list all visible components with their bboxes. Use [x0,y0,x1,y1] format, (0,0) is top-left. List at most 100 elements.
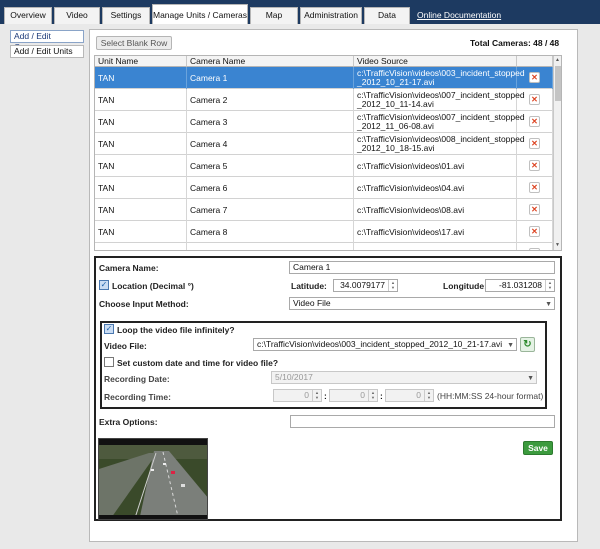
cell-camera-name: Camera 7 [187,199,354,221]
delete-x-icon[interactable]: ✕ [529,226,540,237]
hour-stepper-icon[interactable]: ▲ ▼ [312,390,321,401]
video-file-select[interactable]: c:\TrafficVision\videos\003_incident_sto… [253,338,517,351]
delete-x-icon[interactable]: ✕ [529,116,540,127]
tab-manage-units-cameras[interactable]: Manage Units / Cameras [152,4,248,24]
custom-date-label: Set custom date and time for video file? [117,358,279,368]
recording-second-value: 0 [416,390,421,400]
recording-minute-value: 0 [360,390,365,400]
input-method-label: Choose Input Method: [99,299,189,309]
video-file-label: Video File: [104,341,147,351]
latitude-label: Latitude: [291,281,327,291]
cell-video-source: c:\TrafficVision\videos\04.avi [354,177,517,199]
cell-actions: ✕ [517,155,553,177]
refresh-icon[interactable]: ↻ [520,337,535,352]
tab-video[interactable]: Video [54,7,100,24]
tab-overview[interactable]: Overview [4,7,52,24]
table-scrollbar[interactable]: ▲ ▼ [553,56,561,250]
location-checkbox[interactable]: ✓ [99,280,109,290]
minute-stepper-icon[interactable]: ▲ ▼ [368,390,377,401]
camera-name-label: Camera Name: [99,263,159,273]
top-tab-bar: Overview Video Settings Manage Units / C… [0,0,600,24]
delete-x-icon[interactable]: ✕ [529,72,540,83]
online-documentation-link[interactable]: Online Documentation [417,10,501,20]
cell-unit-name: TAN [95,221,187,243]
video-source-text: c:\TrafficVision\videos\007_incident_sto… [357,90,525,109]
table-row[interactable]: TAN Camera 5 c:\TrafficVision\videos\01.av… [95,155,553,177]
second-stepper-icon[interactable]: ▲ ▼ [424,390,433,401]
recording-minute-input[interactable]: 0 ▲ ▼ [329,389,378,402]
sidebar-item-add-edit-units[interactable]: Add / Edit Units [10,45,84,58]
table-row[interactable]: TAN Camera 8 c:\TrafficVision\videos\17.av… [95,221,553,243]
table-row[interactable]: TAN Camera 3 c:\TrafficVision\videos\007_i… [95,111,553,133]
save-button[interactable]: Save [523,441,553,455]
delete-x-icon[interactable]: ✕ [529,138,540,149]
loop-video-checkbox[interactable]: ✓ [104,324,114,334]
cell-video-source: c:\TrafficVision\videos\007_incident_sto… [354,111,525,133]
latitude-input[interactable]: 34.0079177 ▲ ▼ [333,279,398,292]
cell-video-source: c:\TrafficVision\videos\003_incident_sto… [354,67,525,89]
delete-x-icon[interactable]: ✕ [529,182,540,193]
delete-x-icon[interactable]: ✕ [529,204,540,215]
input-method-select[interactable]: Video File ▼ [289,297,555,310]
cell-actions: ✕ [517,111,553,133]
table-row[interactable]: TAN Camera 1 c:\TrafficVision\videos\003_i… [95,67,553,89]
scroll-down-arrow-icon[interactable]: ▼ [555,242,560,248]
cell-actions: ✕ [517,67,553,89]
column-header-unit-name[interactable]: Unit Name [95,56,187,67]
time-separator: : [380,391,383,401]
table-row[interactable]: TAN Camera 2 c:\TrafficVision\videos\007_i… [95,89,553,111]
sidebar-item-add-edit-cameras[interactable]: Add / Edit Cameras [10,30,84,52]
table-row[interactable]: TAN Camera 4 c:\TrafficVision\videos\008_i… [95,133,553,155]
cell-camera-name: Camera 4 [187,133,354,155]
cell-actions: ✕ [517,221,553,243]
table-row[interactable]: TAN Camera 6 c:\TrafficVision\videos\04.av… [95,177,553,199]
longitude-input[interactable]: -81.031208 ▲ ▼ [485,279,555,292]
recording-date-value: 5/10/2017 [275,372,313,382]
chevron-down-icon: ▼ [507,342,514,349]
tab-settings[interactable]: Settings [102,7,150,24]
video-source-text: c:\TrafficVision\videos\007_incident_sto… [357,112,525,131]
scroll-up-arrow-icon[interactable]: ▲ [555,57,560,63]
select-blank-row-button[interactable]: Select Blank Row [96,36,172,50]
recording-second-input[interactable]: 0 ▲ ▼ [385,389,434,402]
delete-x-icon[interactable]: ✕ [529,94,540,105]
recording-hour-value: 0 [304,390,309,400]
cell-camera-name: Camera 8 [187,221,354,243]
cell-video-source: c:\TrafficVision\videos\08.avi [354,199,517,221]
cell-unit-name: TAN [95,89,187,111]
video-file-value: c:\TrafficVision\videos\003_incident_sto… [257,339,503,349]
total-cameras-count: Total Cameras: 48 / 48 [470,38,560,48]
camera-preview-scene [99,439,207,519]
cell-unit-name: TAN [95,177,187,199]
cell-actions: ✕ [517,243,553,250]
table-row[interactable]: TANCamera 9c:\TrafficVision\videos\19.av… [95,243,553,250]
recording-hour-input[interactable]: 0 ▲ ▼ [273,389,322,402]
input-method-value: Video File [293,298,331,308]
camera-name-input[interactable]: Camera 1 [289,261,555,274]
chevron-down-icon: ▼ [545,301,552,308]
tab-administration[interactable]: Administration [300,7,362,24]
delete-x-icon[interactable]: ✕ [529,248,540,250]
column-header-actions [517,56,553,67]
tab-data[interactable]: Data [364,7,410,24]
cell-video-source: c:\TrafficVision\videos\008_incident_sto… [354,133,525,155]
table-row[interactable]: TAN Camera 7 c:\TrafficVision\videos\08.av… [95,199,553,221]
cell-unit-name: TAN [95,199,187,221]
longitude-value: -81.031208 [498,280,542,290]
cell-camera-name: Camera 9 [187,243,354,250]
column-header-camera-name[interactable]: Camera Name [187,56,354,67]
cell-video-source: c:\TrafficVision\videos\01.avi [354,155,517,177]
recording-date-label: Recording Date: [104,374,170,384]
cell-unit-name: TAN [95,111,187,133]
longitude-stepper-icon[interactable]: ▲ ▼ [545,280,554,291]
delete-x-icon[interactable]: ✕ [529,160,540,171]
custom-date-checkbox[interactable] [104,357,114,367]
scrollbar-thumb[interactable] [555,66,561,101]
column-header-video-source[interactable]: Video Source [354,56,517,67]
recording-date-select[interactable]: 5/10/2017 ▼ [271,371,537,384]
extra-options-input[interactable] [290,415,555,428]
latitude-stepper-icon[interactable]: ▲ ▼ [388,280,397,291]
cell-video-source: c:\TrafficVision\videos\17.avi [354,221,517,243]
cell-camera-name: Camera 2 [187,89,354,111]
tab-map[interactable]: Map [250,7,298,24]
